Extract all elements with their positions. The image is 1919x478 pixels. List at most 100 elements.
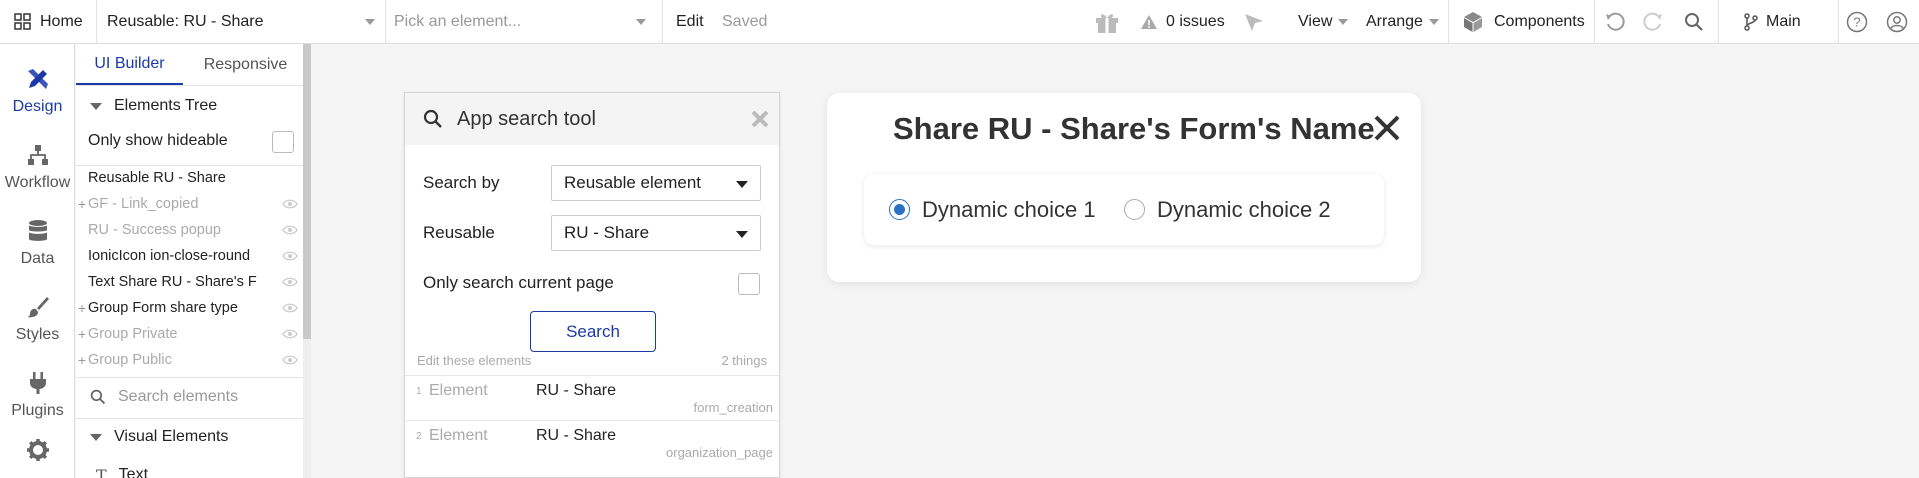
expand-plus-icon[interactable]: + xyxy=(76,300,88,316)
tree-item[interactable]: + Group Private xyxy=(76,321,304,347)
result-row[interactable]: 2 Element RU - Share organization_page xyxy=(405,420,779,465)
search-tool-header: App search tool xyxy=(405,93,779,145)
chevron-down-icon xyxy=(636,19,646,25)
rail-item-design[interactable]: Design xyxy=(0,56,75,126)
search-button[interactable] xyxy=(1684,0,1704,44)
eye-icon[interactable] xyxy=(282,251,298,261)
eye-icon[interactable] xyxy=(282,225,298,235)
issues-label: 0 issues xyxy=(1166,13,1225,30)
search-icon xyxy=(1685,13,1703,31)
rail-item-settings[interactable] xyxy=(0,427,75,478)
radio-option-choice-2[interactable]: Dynamic choice 2 xyxy=(1124,174,1331,245)
results-count: 2 things xyxy=(721,353,767,368)
share-popup-preview[interactable]: Share RU - Share's Form's Name Dynamic c… xyxy=(827,93,1421,282)
only-hideable-checkbox[interactable] xyxy=(272,131,294,153)
only-hideable-label: Only show hideable xyxy=(88,132,228,149)
saved-label: Saved xyxy=(722,13,768,30)
tree-item[interactable]: IonicIcon ion-close-round xyxy=(76,243,304,269)
redo-icon xyxy=(1643,12,1662,31)
result-number: 1 xyxy=(416,386,422,397)
tree-item-label: Text Share RU - Share's F xyxy=(88,274,257,290)
edit-mode-button[interactable]: Edit xyxy=(676,0,704,44)
left-rail: Design Workflow Data Styles Plugins xyxy=(0,44,75,478)
eye-icon[interactable] xyxy=(282,303,298,313)
result-number: 2 xyxy=(416,431,422,442)
home-label: Home xyxy=(40,13,83,30)
tree-item-label: IonicIcon ion-close-round xyxy=(88,248,251,264)
rail-label: Styles xyxy=(15,326,60,343)
top-bar: Home Reusable: RU - Share Pick an elemen… xyxy=(0,0,1919,44)
tab-responsive[interactable]: Responsive xyxy=(183,44,308,85)
design-icon xyxy=(25,66,51,92)
chevron-down-icon xyxy=(736,181,748,188)
search-icon xyxy=(90,389,106,405)
reusable-select[interactable]: RU - Share xyxy=(551,215,761,251)
current-page-checkbox[interactable] xyxy=(738,273,760,295)
tab-ui-builder[interactable]: UI Builder xyxy=(76,44,183,85)
eye-icon[interactable] xyxy=(282,329,298,339)
element-picker[interactable]: Pick an element... xyxy=(394,0,648,44)
arrange-menu[interactable]: Arrange xyxy=(1366,0,1439,44)
element-picker-placeholder: Pick an element... xyxy=(394,13,522,30)
expand-plus-icon[interactable]: + xyxy=(76,326,88,342)
close-icon[interactable] xyxy=(751,110,769,128)
issues-indicator[interactable]: 0 issues xyxy=(1140,0,1225,44)
svg-text:?: ? xyxy=(1853,15,1860,30)
visual-elements-title: Visual Elements xyxy=(114,428,229,445)
undo-button[interactable] xyxy=(1604,0,1626,44)
search-elements[interactable]: Search elements xyxy=(90,386,238,408)
account-button[interactable] xyxy=(1886,0,1908,44)
page-select[interactable]: Reusable: RU - Share xyxy=(107,0,377,44)
rail-item-styles[interactable]: Styles xyxy=(0,284,75,354)
undo-icon xyxy=(1606,12,1625,31)
view-menu[interactable]: View xyxy=(1298,0,1349,44)
result-name: RU - Share xyxy=(536,427,617,444)
panel-scrollbar-thumb[interactable] xyxy=(303,44,311,339)
gift-button[interactable] xyxy=(1094,0,1120,44)
eye-icon[interactable] xyxy=(282,277,298,287)
tree-item-label: RU - Success popup xyxy=(88,222,221,238)
help-icon: ? xyxy=(1846,11,1868,33)
rail-label: Data xyxy=(20,250,55,267)
branch-select[interactable]: Main xyxy=(1744,0,1801,44)
tree-item[interactable]: + Group Form share type xyxy=(76,295,304,321)
search-by-select[interactable]: Reusable element xyxy=(551,165,761,201)
visual-elements-header[interactable]: Visual Elements xyxy=(90,428,228,446)
expand-plus-icon[interactable]: + xyxy=(76,352,88,368)
tree-item[interactable]: Reusable RU - Share xyxy=(76,165,304,191)
radio-option-choice-1[interactable]: Dynamic choice 1 xyxy=(889,174,1096,245)
help-button[interactable]: ? xyxy=(1846,0,1868,44)
close-icon[interactable] xyxy=(1372,113,1402,143)
radio-unselected-icon xyxy=(1124,199,1145,220)
redo-button[interactable] xyxy=(1642,0,1664,44)
tree-item[interactable]: + Group Public xyxy=(76,347,304,373)
result-page: form_creation xyxy=(693,400,773,415)
rail-item-data[interactable]: Data xyxy=(0,208,75,278)
eye-icon[interactable] xyxy=(282,199,298,209)
rail-item-workflow[interactable]: Workflow xyxy=(0,132,75,202)
chevron-down-icon xyxy=(1338,19,1349,25)
share-title: Share RU - Share's Form's Name xyxy=(893,111,1375,146)
components-button[interactable]: Components xyxy=(1462,0,1585,44)
result-row[interactable]: 1 Element RU - Share form_creation xyxy=(405,375,779,420)
result-kind: Element xyxy=(429,427,488,444)
brush-icon xyxy=(25,294,51,320)
eye-icon[interactable] xyxy=(282,355,298,365)
search-button-label: Search xyxy=(566,321,620,341)
saved-status: Saved xyxy=(722,0,767,44)
tree-item[interactable]: Text Share RU - Share's F xyxy=(76,269,304,295)
choice-label: Dynamic choice 2 xyxy=(1157,196,1331,222)
elements-tree-header[interactable]: Elements Tree xyxy=(90,97,217,115)
cube-icon xyxy=(1464,12,1482,32)
tab-label: UI Builder xyxy=(94,54,165,72)
plug-icon xyxy=(25,370,51,396)
search-tool-title: App search tool xyxy=(457,107,596,130)
tree-item[interactable]: RU - Success popup xyxy=(76,217,304,243)
rail-item-plugins[interactable]: Plugins xyxy=(0,360,75,430)
tree-item[interactable]: + GF - Link_copied xyxy=(76,191,304,217)
search-submit-button[interactable]: Search xyxy=(530,311,656,352)
visual-element-text[interactable]: T Text xyxy=(96,466,148,478)
home-button[interactable]: Home xyxy=(14,0,83,44)
inspector-button[interactable] xyxy=(1243,0,1265,44)
expand-plus-icon[interactable]: + xyxy=(76,196,88,212)
